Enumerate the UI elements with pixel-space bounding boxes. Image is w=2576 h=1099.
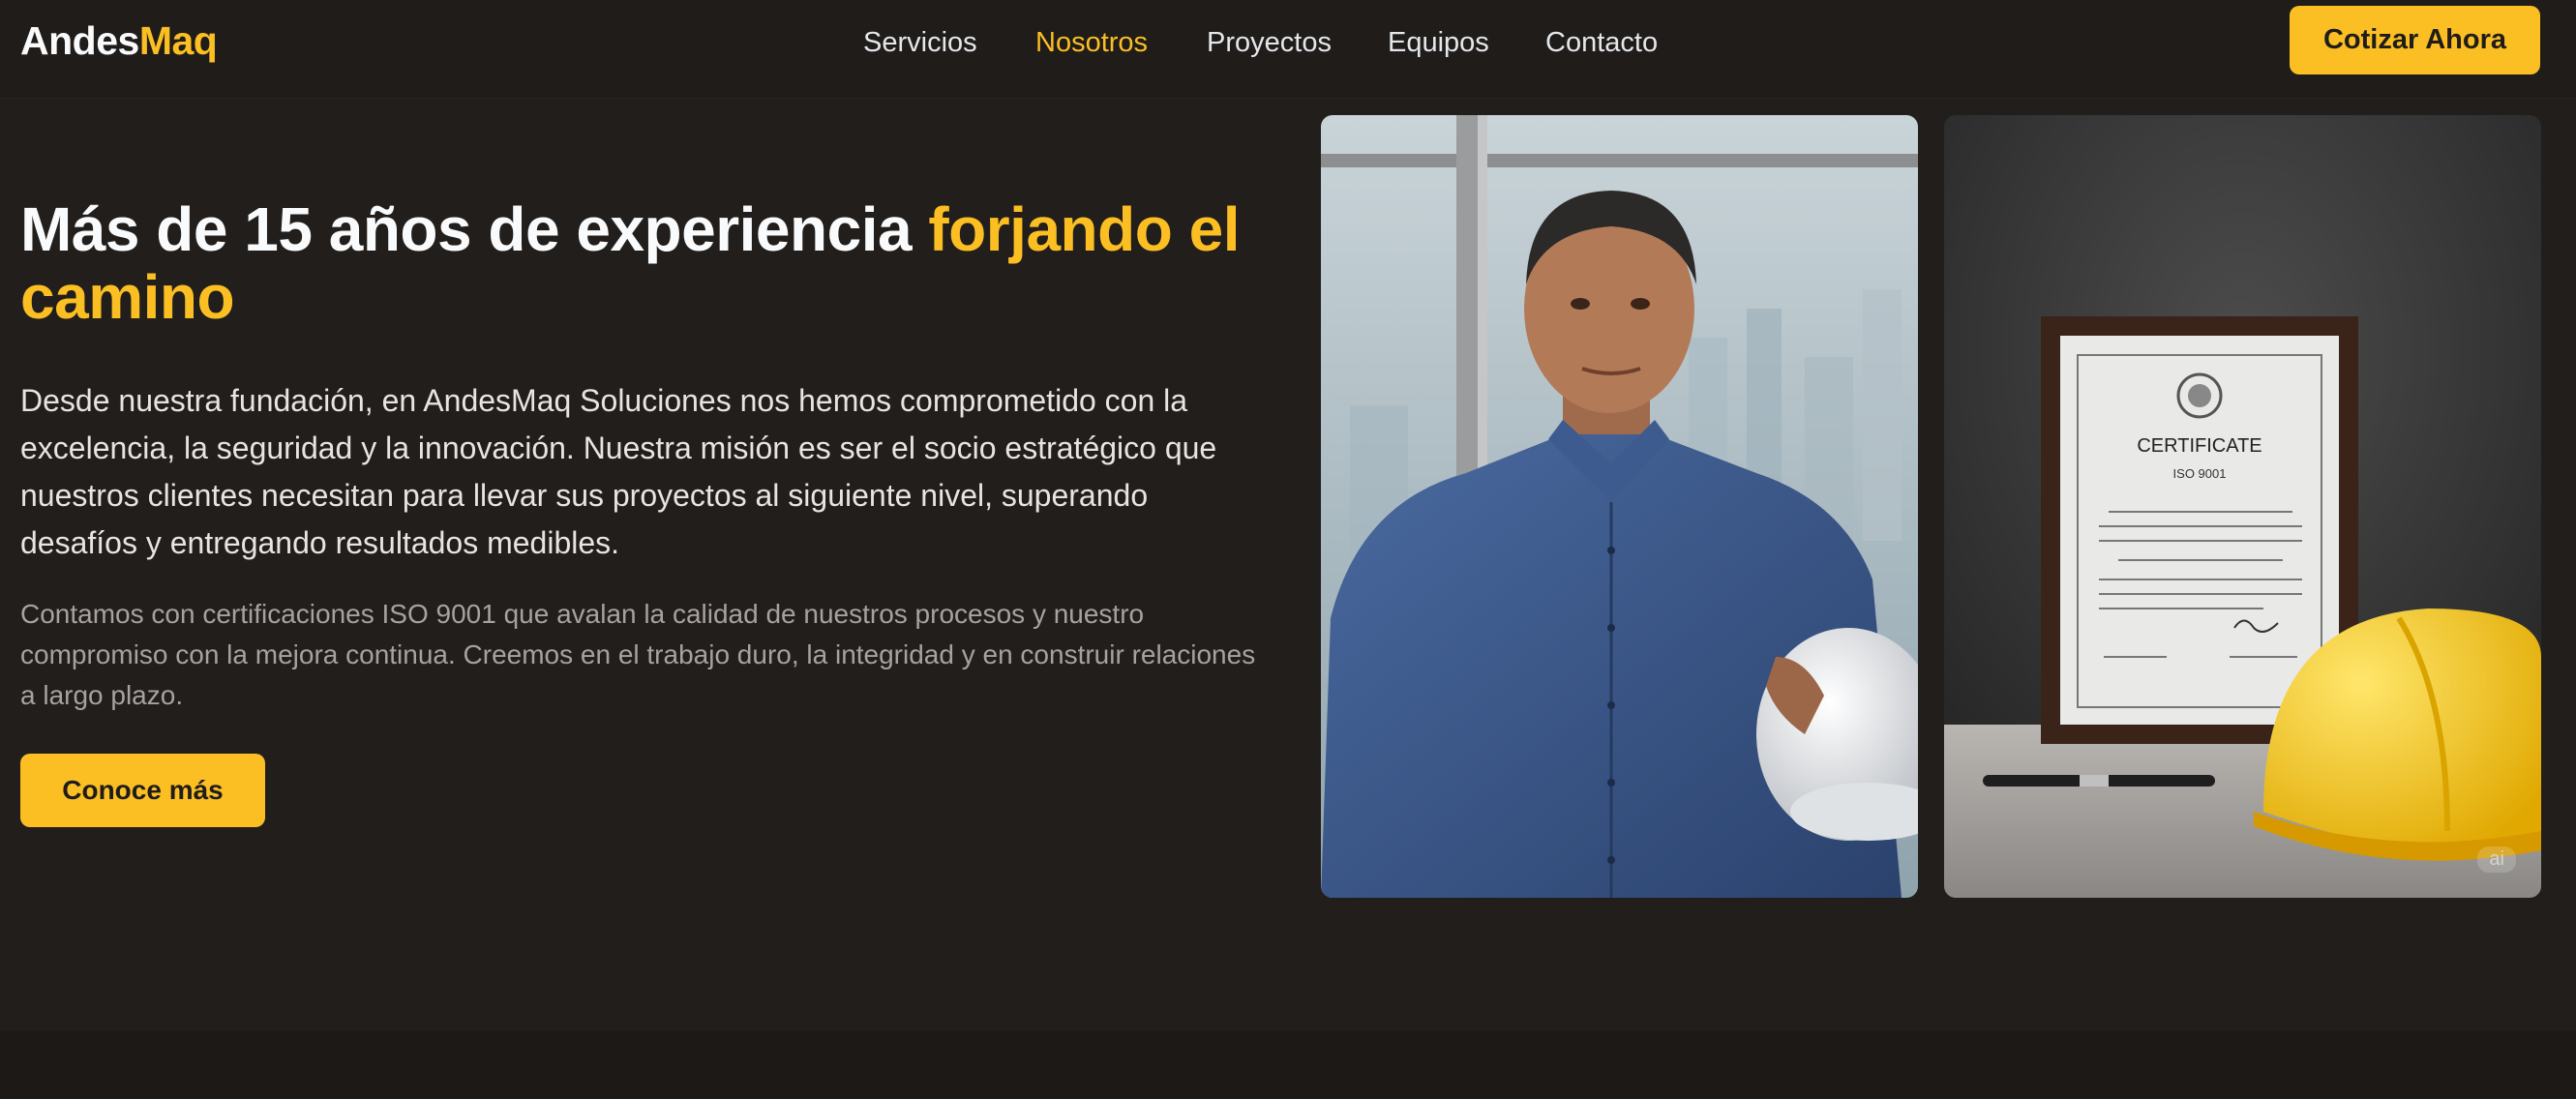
nav-item-proyectos[interactable]: Proyectos xyxy=(1207,21,1332,64)
top-navbar: AndesMaq Servicios Nosotros Proyectos Eq… xyxy=(0,0,2576,99)
hero-sub-paragraph: Contamos con certificaciones ISO 9001 qu… xyxy=(20,599,1256,710)
certificate-photo: CERTIFICATE ISO 9001 ai xyxy=(1944,115,2541,898)
hero-lead-paragraph: Desde nuestra fundación, en AndesMaq Sol… xyxy=(20,383,1217,560)
certificate-title: CERTIFICATE xyxy=(2137,435,2261,457)
learn-more-button[interactable]: Conoce más xyxy=(20,754,265,827)
engineer-illustration xyxy=(1321,115,1918,898)
nav-item-contacto[interactable]: Contacto xyxy=(1545,21,1658,64)
engineer-photo xyxy=(1321,115,1918,898)
nav-menu: Servicios Nosotros Proyectos Equipos Con… xyxy=(0,21,2576,64)
nav-item-servicios[interactable]: Servicios xyxy=(863,21,977,64)
certificate-illustration: CERTIFICATE ISO 9001 xyxy=(1944,115,2541,898)
hero-title: Más de 15 años de experiencia forjando e… xyxy=(20,195,1278,331)
ai-generated-badge: ai xyxy=(2477,847,2516,873)
next-section-band xyxy=(0,1031,2576,1099)
quote-now-button[interactable]: Cotizar Ahora xyxy=(2290,6,2540,74)
nav-item-equipos[interactable]: Equipos xyxy=(1388,21,1489,64)
certificate-subtitle: ISO 9001 xyxy=(2173,466,2227,481)
hero-title-main: Más de 15 años de experiencia xyxy=(20,194,913,264)
nav-item-nosotros[interactable]: Nosotros xyxy=(1035,21,1148,64)
